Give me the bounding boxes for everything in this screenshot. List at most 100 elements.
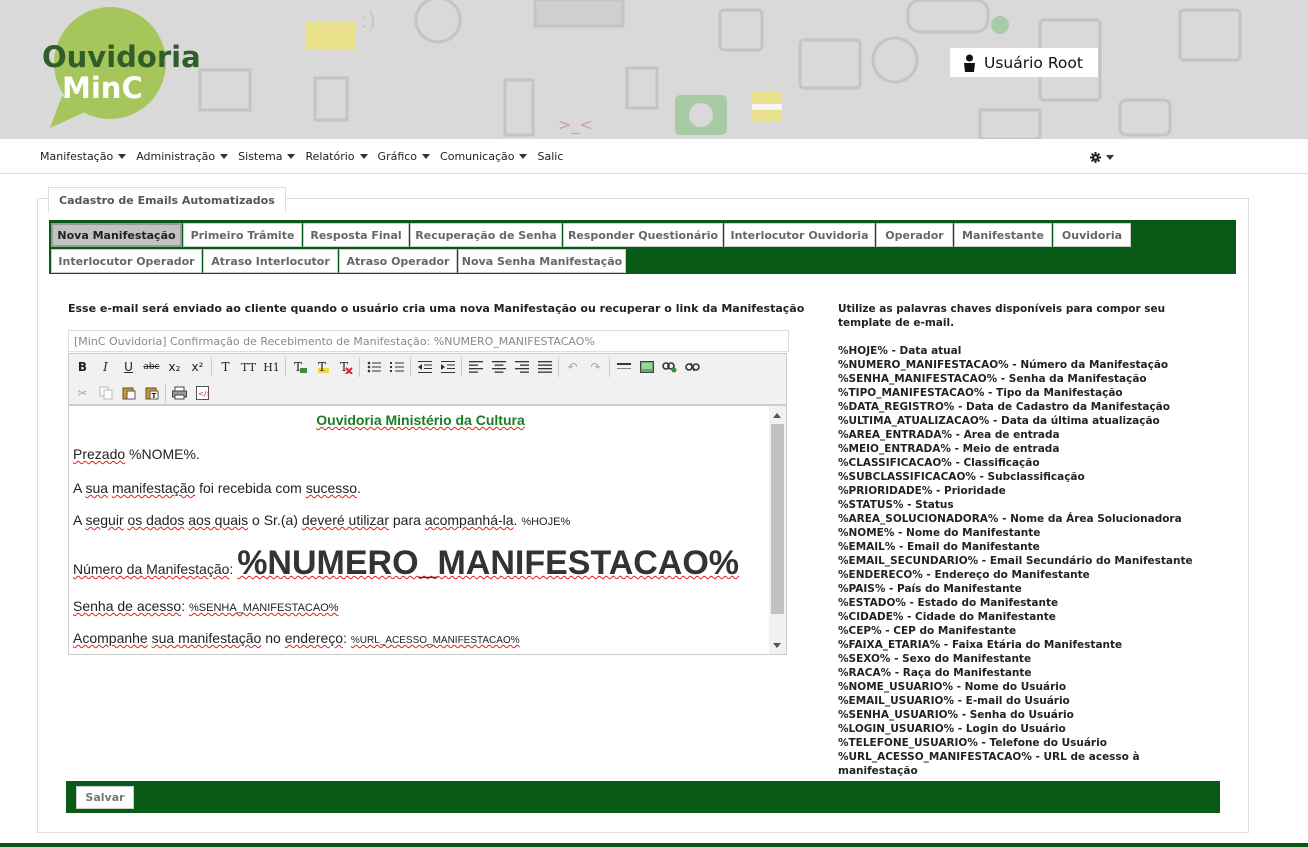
tab-interlocutor-ouvidoria[interactable]: Interlocutor Ouvidoria (724, 223, 875, 247)
tab-nova-manifestacao[interactable]: Nova Manifestação (51, 223, 182, 247)
email-subject-input[interactable] (68, 330, 789, 352)
numbered-list-icon[interactable] (385, 356, 408, 378)
tab-responder-questionario[interactable]: Responder Questionário (563, 223, 723, 247)
outdent-icon[interactable] (413, 356, 436, 378)
nav-item-relatorio[interactable]: Relatório (305, 150, 368, 163)
keyword-item: %SEXO% - Sexo do Manifestante (838, 653, 1032, 665)
align-center-icon[interactable] (487, 356, 510, 378)
logo-speech-bubble: Ouvidoria MinC (42, 7, 201, 128)
tab-recuperacao-senha[interactable]: Recuperação de Senha (410, 223, 562, 247)
copy-icon[interactable] (94, 382, 117, 404)
strikethrough-icon[interactable]: abc (140, 356, 163, 378)
editor-received-line: A sua manifestação foi recebida com suce… (73, 480, 361, 496)
nav-item-label: Comunicação (440, 150, 515, 163)
toolbar-separator (285, 357, 286, 377)
keywords-list: %HOJE% - Data atual %NUMERO_MANIFESTACAO%… (838, 344, 1208, 778)
italic-icon[interactable]: I (94, 356, 117, 378)
user-name: Usuário Root (984, 53, 1083, 72)
tab-primeiro-tramite[interactable]: Primeiro Trâmite (183, 223, 302, 247)
keyword-item: %URL_ACESSO_MANIFESTACAO% - URL de acess… (838, 751, 1140, 777)
nav-item-manifestacao[interactable]: Manifestação (40, 150, 127, 163)
user-menu[interactable]: Usuário Root (950, 48, 1098, 77)
undo-icon[interactable]: ↶ (561, 356, 584, 378)
tab-operador[interactable]: Operador (876, 223, 953, 247)
font-size-icon[interactable]: TT (237, 356, 260, 378)
heading-icon[interactable]: H1 (260, 356, 283, 378)
tab-atraso-interlocutor[interactable]: Atraso Interlocutor (203, 249, 338, 273)
tab-nova-senha-manifestacao[interactable]: Nova Senha Manifestação (458, 249, 626, 273)
scroll-down-icon[interactable] (773, 643, 781, 648)
caret-down-icon (359, 154, 368, 159)
nav-item-comunicacao[interactable]: Comunicação (440, 150, 528, 163)
nav-item-grafico[interactable]: Gráfico (378, 150, 431, 163)
toolbar-separator (558, 357, 559, 377)
keyword-item: %TIPO_MANIFESTACAO% - Tipo da Manifestaç… (838, 387, 1123, 399)
keyword-item: %SUBCLASSIFICACAO% - Subclassificação (838, 471, 1085, 483)
ouvidoria-minc-logo: Ouvidoria MinC (42, 6, 222, 131)
align-justify-icon[interactable] (533, 356, 556, 378)
settings-menu[interactable] (1090, 152, 1114, 163)
source-icon[interactable]: </> (191, 382, 214, 404)
keyword-item: %CEP% - CEP do Manifestante (838, 625, 1017, 637)
nav-item-salic[interactable]: Salic (537, 150, 563, 163)
cut-icon[interactable]: ✂ (71, 382, 94, 404)
tab-atraso-operador[interactable]: Atraso Operador (339, 249, 457, 273)
keyword-item: %NOME% - Nome do Manifestante (838, 527, 1041, 539)
tab-manifestante[interactable]: Manifestante (954, 223, 1052, 247)
keyword-item: %MEIO_ENTRADA% - Meio de entrada (838, 443, 1060, 455)
nav-item-administracao[interactable]: Administração (136, 150, 229, 163)
toolbar-separator (461, 357, 462, 377)
indent-icon[interactable] (436, 356, 459, 378)
paste-text-icon[interactable]: T (140, 382, 163, 404)
unlink-icon[interactable] (681, 356, 704, 378)
font-icon[interactable]: T (214, 356, 237, 378)
highlight-icon[interactable]: T (311, 356, 334, 378)
print-icon[interactable] (168, 382, 191, 404)
bold-icon[interactable]: B (71, 356, 94, 378)
person-icon (964, 54, 975, 72)
keyword-item: %ULTIMA_ATUALIZACAO% - Data da última at… (838, 415, 1160, 427)
logo-text-ouvidoria: Ouvidoria (42, 40, 201, 74)
svg-text:</>: </> (198, 390, 209, 398)
scroll-thumb[interactable] (771, 424, 784, 614)
scroll-up-icon[interactable] (773, 413, 781, 418)
caret-down-icon (422, 154, 431, 159)
keyword-item: %ENDERECO% - Endereço do Manifestante (838, 569, 1090, 581)
editor-scrollbar[interactable] (769, 406, 786, 654)
redo-icon[interactable]: ↷ (584, 356, 607, 378)
keyword-item: %LOGIN_USUARIO% - Login do Usuário (838, 723, 1066, 735)
caret-down-icon (118, 154, 127, 159)
keyword-item: %EMAIL_USUARIO% - E-mail do Usuário (838, 695, 1070, 707)
email-body-editor[interactable]: Ouvidoria Ministério da Cultura Prezado … (68, 405, 787, 655)
paste-icon[interactable] (117, 382, 140, 404)
keyword-item: %SENHA_USUARIO% - Senha do Usuário (838, 709, 1074, 721)
keyword-item: %EMAIL_SECUNDARIO% - Email Secundário do… (838, 555, 1193, 567)
keyword-item: %FAIXA_ETARIA% - Faixa Etária do Manifes… (838, 639, 1123, 651)
nav-item-sistema[interactable]: Sistema (238, 150, 296, 163)
keyword-item: %CLASSIFICACAO% - Classificação (838, 457, 1040, 469)
tab-resposta-final[interactable]: Resposta Final (303, 223, 409, 247)
editor-url-line: Acompanhe sua manifestação no endereço: … (73, 630, 520, 646)
nav-item-label: Gráfico (377, 150, 418, 163)
superscript-icon[interactable]: x² (186, 356, 209, 378)
subscript-icon[interactable]: x₂ (163, 356, 186, 378)
horizontal-rule-icon[interactable] (612, 356, 635, 378)
clear-format-icon[interactable]: T (334, 356, 357, 378)
keyword-item: %RACA% - Raça do Manifestante (838, 667, 1032, 679)
bullet-list-icon[interactable] (362, 356, 385, 378)
keywords-intro: Utilize as palavras chaves disponíveis p… (838, 303, 1166, 329)
tab-ouvidoria[interactable]: Ouvidoria (1053, 223, 1131, 247)
link-icon[interactable] (658, 356, 681, 378)
save-button[interactable]: Salvar (76, 786, 134, 809)
text-color-icon[interactable]: T (288, 356, 311, 378)
align-left-icon[interactable] (464, 356, 487, 378)
form-actions-bar (66, 781, 1220, 813)
align-right-icon[interactable] (510, 356, 533, 378)
keyword-item: %TELEFONE_USUARIO% - Telefone do Usuário (838, 737, 1107, 749)
nav-item-label: Relatório (305, 150, 355, 163)
image-icon[interactable] (635, 356, 658, 378)
caret-down-icon (1106, 155, 1114, 160)
tab-interlocutor-operador[interactable]: Interlocutor Operador (51, 249, 202, 273)
keyword-item: %AREA_ENTRADA% - Area de entrada (838, 429, 1060, 441)
underline-icon[interactable]: U (117, 356, 140, 378)
